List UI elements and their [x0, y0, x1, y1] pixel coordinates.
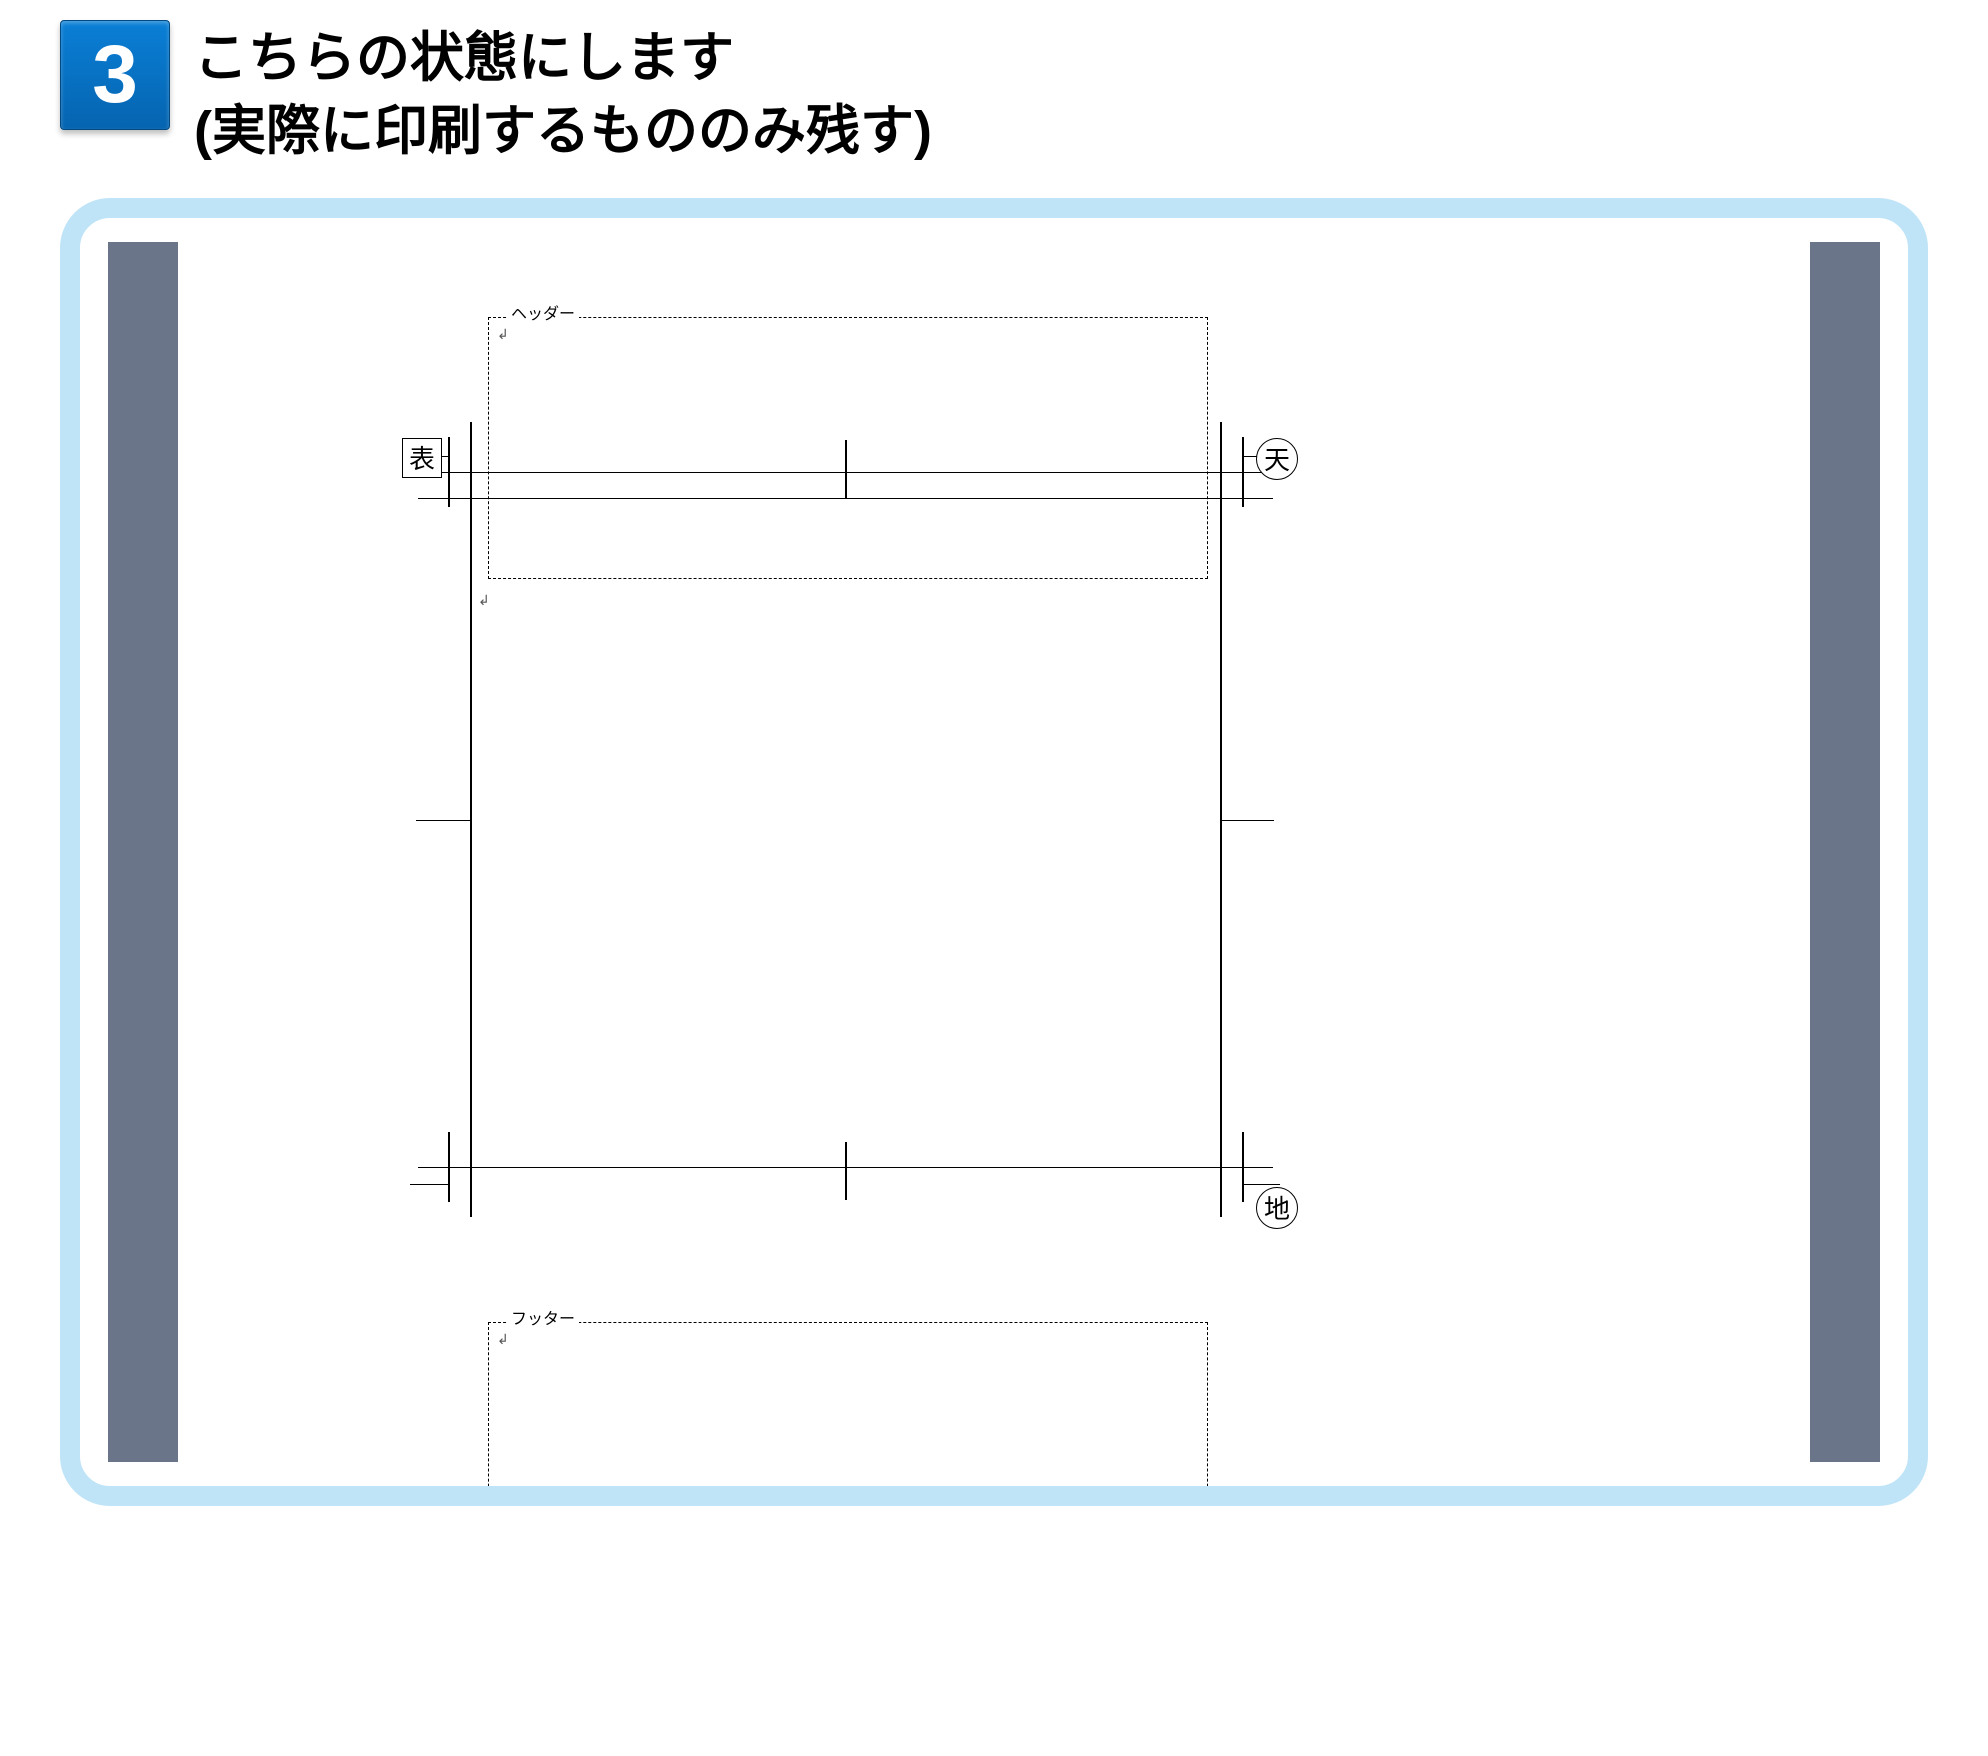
- step-title: こちらの状態にします (実際に印刷するもののみ残す): [194, 20, 932, 168]
- footer-region: フッター ↲: [488, 1322, 1208, 1506]
- mark-ten: 天: [1256, 438, 1298, 480]
- paragraph-mark-icon: ↲: [478, 592, 490, 609]
- crop-tick: [410, 1184, 448, 1186]
- step-number-badge: 3: [60, 20, 170, 130]
- crop-tick: [1242, 437, 1244, 507]
- crop-tick: [448, 1132, 450, 1202]
- editor-gutter-right: [1810, 242, 1880, 1462]
- step-title-line2: (実際に印刷するもののみ残す): [194, 101, 932, 161]
- paragraph-mark-icon: ↲: [497, 326, 509, 343]
- editor-gutter-left: [108, 242, 178, 1462]
- crop-tick: [418, 498, 1273, 500]
- crop-tick: [1242, 1132, 1244, 1202]
- crop-tick: [845, 1142, 847, 1200]
- crop-tick: [1242, 1184, 1280, 1186]
- trim-line-left: [470, 422, 472, 1217]
- step-title-line1: こちらの状態にします: [194, 28, 734, 88]
- crop-tick: [845, 440, 847, 498]
- footer-label: フッター: [507, 1305, 579, 1329]
- step-number: 3: [92, 28, 138, 122]
- crop-tick: [448, 437, 450, 507]
- crop-tick: [416, 820, 470, 822]
- mark-chi: 地: [1256, 1187, 1298, 1229]
- mark-omote: 表: [402, 438, 442, 478]
- step-header: 3 こちらの状態にします (実際に印刷するもののみ残す): [60, 20, 1928, 168]
- paragraph-mark-icon: ↲: [497, 1331, 509, 1348]
- header-label: ヘッダー: [507, 300, 579, 324]
- screenshot-frame: ヘッダー ↲: [60, 198, 1928, 1506]
- screenshot-area: ヘッダー ↲: [108, 242, 1880, 1462]
- header-region: ヘッダー ↲: [488, 317, 1208, 579]
- crop-tick: [1220, 820, 1274, 822]
- page-canvas: ヘッダー ↲: [178, 242, 1810, 1462]
